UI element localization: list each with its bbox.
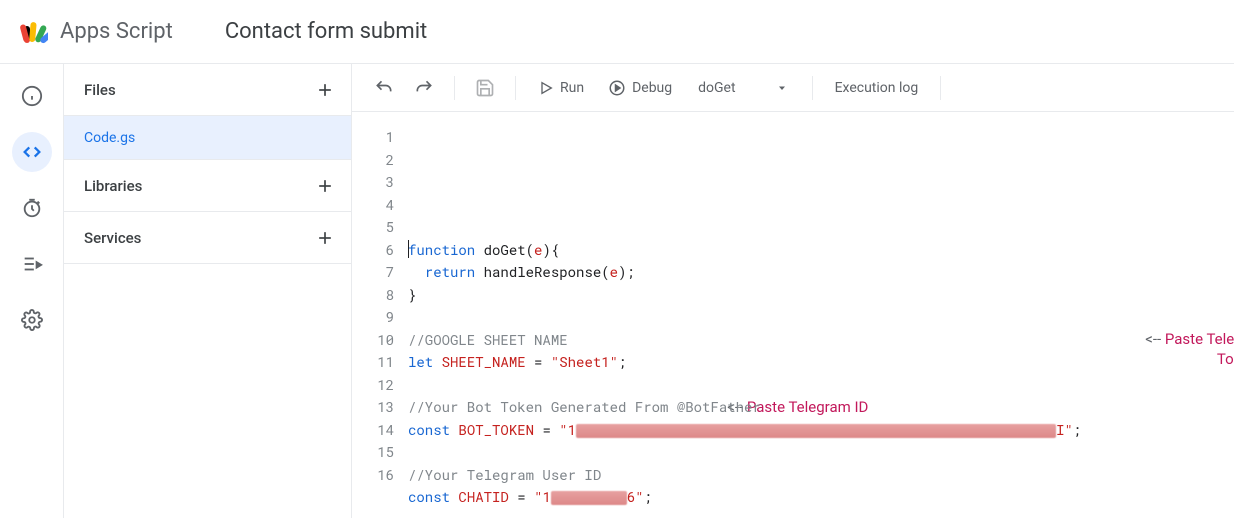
debug-label: Debug bbox=[632, 80, 672, 96]
add-service-button[interactable] bbox=[311, 224, 339, 252]
sidebar-services-header: Services bbox=[64, 212, 351, 264]
editor-pane: Run Debug doGet Execution log 1234567891… bbox=[352, 64, 1234, 518]
libraries-label: Libraries bbox=[84, 177, 142, 195]
debug-button[interactable]: Debug bbox=[600, 70, 680, 106]
add-library-button[interactable] bbox=[311, 172, 339, 200]
separator bbox=[812, 76, 813, 100]
files-label: Files bbox=[84, 81, 116, 99]
execution-log-button[interactable]: Execution log bbox=[827, 70, 927, 106]
nav-executions[interactable] bbox=[12, 244, 52, 284]
toolbar: Run Debug doGet Execution log bbox=[352, 64, 1234, 112]
execution-log-label: Execution log bbox=[835, 80, 919, 96]
sidebar: Files Code.gs Libraries Services bbox=[64, 64, 352, 518]
apps-script-logo-icon bbox=[16, 16, 48, 48]
run-label: Run bbox=[560, 80, 584, 96]
code-editor[interactable]: 12345678910111213141516 <-- Paste Telegr… bbox=[352, 112, 1234, 518]
nav-triggers[interactable] bbox=[12, 188, 52, 228]
header: Apps Script Contact form submit bbox=[0, 0, 1234, 64]
separator bbox=[940, 76, 941, 100]
nav-overview[interactable] bbox=[12, 76, 52, 116]
document-title[interactable]: Contact form submit bbox=[225, 19, 427, 44]
run-button[interactable]: Run bbox=[530, 70, 592, 106]
product-name: Apps Script bbox=[60, 19, 173, 44]
redo-button[interactable] bbox=[408, 72, 440, 104]
sidebar-libraries-header: Libraries bbox=[64, 160, 351, 212]
function-select[interactable]: doGet bbox=[688, 70, 797, 106]
main: Files Code.gs Libraries Services bbox=[0, 64, 1234, 518]
separator bbox=[454, 76, 455, 100]
sidebar-files-header: Files bbox=[64, 64, 351, 116]
line-gutter: 12345678910111213141516 bbox=[352, 112, 408, 518]
file-item-code-gs[interactable]: Code.gs bbox=[64, 116, 351, 160]
save-button[interactable] bbox=[469, 72, 501, 104]
nav-editor[interactable] bbox=[12, 132, 52, 172]
nav-settings[interactable] bbox=[12, 300, 52, 340]
services-label: Services bbox=[84, 229, 141, 247]
chevron-down-icon bbox=[776, 82, 788, 94]
undo-button[interactable] bbox=[368, 72, 400, 104]
add-file-button[interactable] bbox=[311, 76, 339, 104]
separator bbox=[515, 76, 516, 100]
code-content[interactable]: <-- Paste Telegram Token <-- Paste Teleg… bbox=[408, 112, 1234, 518]
nav-rail bbox=[0, 64, 64, 518]
function-selected: doGet bbox=[698, 80, 735, 96]
